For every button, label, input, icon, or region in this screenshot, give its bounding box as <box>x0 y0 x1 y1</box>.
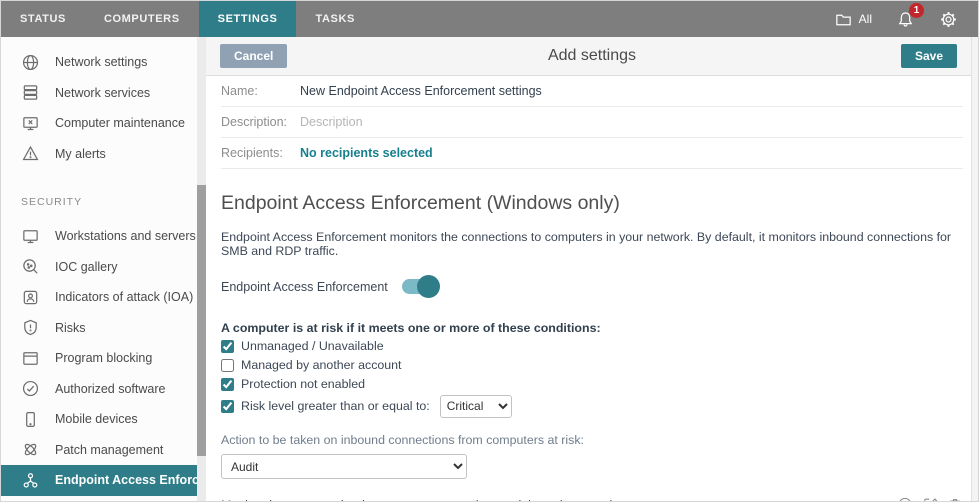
nav-tab-settings[interactable]: SETTINGS <box>199 1 297 37</box>
sidebar-item-label: Risks <box>55 321 86 335</box>
sidebar-section-security: SECURITY <box>1 191 206 213</box>
name-row: Name: New Endpoint Access Enforcement se… <box>221 76 963 107</box>
condition-label: Protection not enabled <box>241 377 365 391</box>
section-description: Endpoint Access Enforcement monitors the… <box>221 230 963 258</box>
recipients-link[interactable]: No recipients selected <box>300 146 433 160</box>
warning-triangle-icon <box>21 144 40 163</box>
folder-filter-button[interactable]: All <box>834 10 872 29</box>
enforcement-toggle[interactable] <box>402 279 438 294</box>
sidebar-scrollbar-thumb[interactable] <box>197 185 206 456</box>
description-label: Description: <box>221 115 294 129</box>
check-circle-icon <box>21 379 40 398</box>
condition-risk-level-checkbox[interactable] <box>221 400 234 413</box>
condition-protection-checkbox[interactable] <box>221 378 234 391</box>
sidebar-item-label: Indicators of attack (IOA) <box>55 290 193 304</box>
condition-managed-other-checkbox[interactable] <box>221 359 234 372</box>
protocols-header-row: Monitor these protocols when a computer … <box>221 496 963 502</box>
sidebar-item-label: IOC gallery <box>55 260 118 274</box>
sidebar-item-risks[interactable]: Risks <box>1 313 197 344</box>
recipients-label: Recipients: <box>221 146 294 160</box>
sidebar-scrollbar[interactable] <box>197 37 206 501</box>
sidebar-item-label: Patch management <box>55 443 163 457</box>
toggle-knob <box>417 275 440 298</box>
condition-managed-other-row: Managed by another account <box>221 357 963 373</box>
sidebar-item-authorized-software[interactable]: Authorized software <box>1 374 197 405</box>
shield-exclamation-icon <box>21 318 40 337</box>
condition-protection-row: Protection not enabled <box>221 376 963 392</box>
condition-unmanaged-row: Unmanaged / Unavailable <box>221 338 963 354</box>
description-row: Description: <box>221 107 963 138</box>
nav-tab-tasks[interactable]: TASKS <box>296 1 373 37</box>
recipients-row: Recipients: No recipients selected <box>221 138 963 169</box>
conditions-header: A computer is at risk if it meets one or… <box>221 321 963 335</box>
sidebar-item-label: Workstations and servers <box>55 229 196 243</box>
cancel-button[interactable]: Cancel <box>220 44 287 68</box>
window-icon <box>21 349 40 368</box>
sidebar-item-label: Computer maintenance <box>55 116 185 130</box>
enforcement-toggle-label: Endpoint Access Enforcement <box>221 280 388 294</box>
risk-level-select[interactable]: Critical <box>440 395 512 418</box>
main-panel: Add settings Cancel Save Name: New Endpo… <box>206 37 978 501</box>
knot-icon <box>21 440 40 459</box>
sidebar-item-computer-maintenance[interactable]: Computer maintenance <box>1 108 197 139</box>
nav-tab-computers[interactable]: COMPUTERS <box>85 1 199 37</box>
sidebar-item-label: Network services <box>55 86 150 100</box>
protocols-label: Monitor these protocols when a computer … <box>221 498 629 502</box>
sidebar-item-endpoint-access-enforcement[interactable]: Endpoint Access Enforcement <box>1 465 197 496</box>
sidebar-item-network-services[interactable]: Network services <box>1 78 197 109</box>
action-select[interactable]: Audit <box>221 454 467 479</box>
settings-header-bar: Add settings Cancel Save <box>206 37 978 76</box>
page-title: Add settings <box>206 47 978 65</box>
protocols-toolbar <box>897 496 963 502</box>
sidebar-item-my-alerts[interactable]: My alerts <box>1 139 197 170</box>
monitor-x-icon <box>21 114 40 133</box>
edit-protocol-button[interactable] <box>922 496 938 502</box>
sidebar-item-indicators-of-attack[interactable]: Indicators of attack (IOA) <box>1 282 197 313</box>
sidebar-item-label: Authorized software <box>55 382 165 396</box>
add-protocol-button[interactable] <box>897 496 913 502</box>
sidebar-item-ioc-gallery[interactable]: IOC gallery <box>1 252 197 283</box>
name-label: Name: <box>221 84 294 98</box>
name-value[interactable]: New Endpoint Access Enforcement settings <box>300 84 542 98</box>
notifications-button[interactable]: 1 <box>896 10 915 29</box>
nav-right-tools: All 1 <box>834 1 978 37</box>
sidebar-item-label: My alerts <box>55 147 106 161</box>
server-stack-icon <box>21 83 40 102</box>
section-heading: Endpoint Access Enforcement (Windows onl… <box>221 192 963 215</box>
delete-protocol-button[interactable] <box>947 496 963 502</box>
sidebar-item-patch-management[interactable]: Patch management <box>1 435 197 466</box>
gear-icon <box>939 10 958 29</box>
sidebar: Network settings Network services Comput… <box>1 37 206 501</box>
sidebar-item-label: Network settings <box>55 55 147 69</box>
person-badge-icon <box>21 288 40 307</box>
condition-unmanaged-checkbox[interactable] <box>221 340 234 353</box>
sidebar-item-mobile-devices[interactable]: Mobile devices <box>1 404 197 435</box>
phone-icon <box>21 410 40 429</box>
condition-label: Risk level greater than or equal to: <box>241 399 430 413</box>
sidebar-item-program-blocking[interactable]: Program blocking <box>1 343 197 374</box>
action-label: Action to be taken on inbound connection… <box>221 433 963 447</box>
settings-gear-button[interactable] <box>939 10 958 29</box>
monitor-icon <box>21 227 40 246</box>
sidebar-item-network-settings[interactable]: Network settings <box>1 47 197 78</box>
sidebar-item-label: Program blocking <box>55 351 152 365</box>
enforcement-toggle-row: Endpoint Access Enforcement <box>221 279 963 294</box>
description-input[interactable] <box>300 115 720 129</box>
app-window: STATUS COMPUTERS SETTINGS TASKS All <box>0 0 979 502</box>
nav-tab-status[interactable]: STATUS <box>1 1 85 37</box>
condition-label: Managed by another account <box>241 358 402 372</box>
notification-count-badge: 1 <box>909 3 924 18</box>
save-button[interactable]: Save <box>901 44 957 68</box>
search-dots-icon <box>21 257 40 276</box>
globe-icon <box>21 53 40 72</box>
folder-icon <box>834 10 853 29</box>
condition-risk-level-row: Risk level greater than or equal to: Cri… <box>221 394 963 418</box>
top-navigation-bar: STATUS COMPUTERS SETTINGS TASKS All <box>1 1 978 37</box>
sidebar-item-workstations-and-servers[interactable]: Workstations and servers <box>1 221 197 252</box>
folder-filter-label: All <box>859 12 872 26</box>
main-scrollbar-track[interactable] <box>971 37 978 501</box>
sidebar-item-label: Mobile devices <box>55 412 138 426</box>
network-nodes-icon <box>21 471 40 490</box>
condition-label: Unmanaged / Unavailable <box>241 339 384 353</box>
